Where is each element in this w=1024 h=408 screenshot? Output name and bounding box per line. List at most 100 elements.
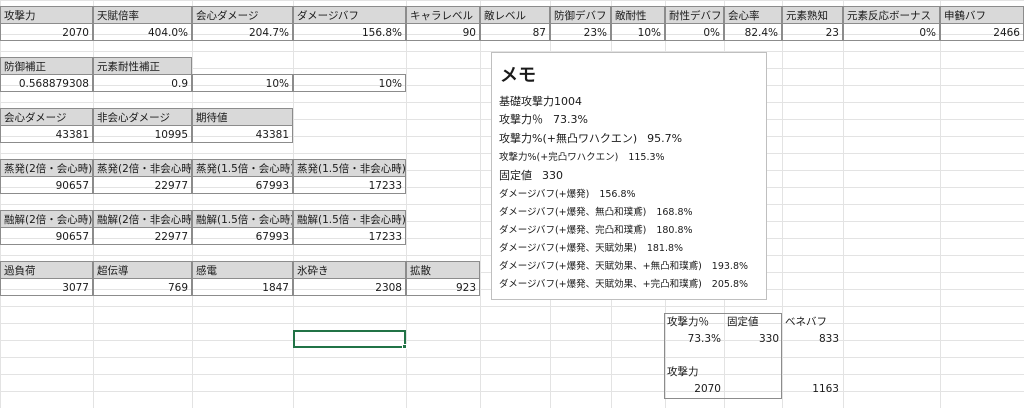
- side-header-atk-pct[interactable]: 攻撃力％: [664, 313, 724, 331]
- stat-header-9[interactable]: 会心率: [724, 6, 782, 24]
- memo-line-label: 攻撃力％: [499, 113, 543, 126]
- stat-value-4[interactable]: 90: [406, 23, 480, 41]
- reaction-header-4[interactable]: 拡散: [406, 261, 480, 279]
- side-value-flat[interactable]: 330: [724, 330, 782, 348]
- defense-header-0[interactable]: 防御補正: [0, 57, 93, 75]
- stat-header-11[interactable]: 元素反応ボーナス: [843, 6, 940, 24]
- stat-header-0[interactable]: 攻撃力: [0, 6, 93, 24]
- melt-header-2[interactable]: 融解(1.5倍・会心時): [192, 210, 293, 228]
- memo-title: メモ: [500, 65, 536, 86]
- reaction-value-4[interactable]: 923: [406, 278, 480, 296]
- melt-value-0[interactable]: 90657: [0, 227, 93, 245]
- melt-header-3[interactable]: 融解(1.5倍・非会心時): [293, 210, 406, 228]
- stat-value-1[interactable]: 404.0%: [93, 23, 192, 41]
- memo-line-value: 193.8%: [711, 261, 749, 272]
- vaporize-header-0[interactable]: 蒸発(2倍・会心時): [0, 159, 93, 177]
- melt-value-2[interactable]: 67993: [192, 227, 293, 245]
- stat-value-11[interactable]: 0%: [843, 23, 940, 41]
- memo-line-8: ダメージバフ(+爆発、天賦効果) 181.8%: [499, 240, 683, 254]
- memo-line-label: 攻撃力%(+完凸ワハクエン): [499, 152, 619, 163]
- reaction-value-2[interactable]: 1847: [192, 278, 293, 296]
- memo-line-0: 基礎攻撃力1004: [499, 93, 592, 109]
- stat-value-9[interactable]: 82.4%: [724, 23, 782, 41]
- side-value-atk[interactable]: 2070: [664, 380, 724, 398]
- stat-value-3[interactable]: 156.8%: [293, 23, 406, 41]
- memo-line-value: 73.3%: [553, 113, 588, 126]
- stat-value-8[interactable]: 0%: [665, 23, 724, 41]
- defense-header-1[interactable]: 元素耐性補正: [93, 57, 192, 75]
- vaporize-value-0[interactable]: 90657: [0, 176, 93, 194]
- reaction-header-3[interactable]: 氷砕き: [293, 261, 406, 279]
- vaporize-header-3[interactable]: 蒸発(1.5倍・非会心時): [293, 159, 406, 177]
- memo-line-1: 攻撃力％ 73.3%: [499, 111, 588, 127]
- memo-line-9: ダメージバフ(+爆発、天賦効果、+無凸和璞鳶) 193.8%: [499, 258, 748, 272]
- memo-line-value: 330: [542, 169, 563, 182]
- memo-line-label: 攻撃力%(+無凸ワハクエン): [499, 132, 638, 145]
- vaporize-value-3[interactable]: 17233: [293, 176, 406, 194]
- stat-value-7[interactable]: 10%: [611, 23, 665, 41]
- vaporize-header-2[interactable]: 蒸発(1.5倍・会心時): [192, 159, 293, 177]
- stat-value-10[interactable]: 23: [782, 23, 843, 41]
- stat-header-5[interactable]: 敵レベル: [480, 6, 550, 24]
- melt-value-1[interactable]: 22977: [93, 227, 192, 245]
- reaction-header-2[interactable]: 感電: [192, 261, 293, 279]
- defense-value-0[interactable]: 0.568879308: [0, 74, 93, 92]
- stat-header-7[interactable]: 敵耐性: [611, 6, 665, 24]
- crit-header-2[interactable]: 期待値: [192, 108, 293, 126]
- reaction-value-0[interactable]: 3077: [0, 278, 93, 296]
- vaporize-header-1[interactable]: 蒸発(2倍・非会心時): [93, 159, 192, 177]
- crit-value-0[interactable]: 43381: [0, 125, 93, 143]
- fill-handle[interactable]: [402, 344, 407, 349]
- stat-value-5[interactable]: 87: [480, 23, 550, 41]
- vaporize-value-1[interactable]: 22977: [93, 176, 192, 194]
- side-label-atk[interactable]: 攻撃力: [664, 363, 724, 381]
- stat-value-2[interactable]: 204.7%: [192, 23, 293, 41]
- memo-line-value: 181.8%: [646, 243, 684, 254]
- memo-line-label: 固定値: [499, 169, 532, 182]
- stat-header-4[interactable]: キャラレベル: [406, 6, 480, 24]
- reaction-value-3[interactable]: 2308: [293, 278, 406, 296]
- memo-textbox[interactable]: メモ 基礎攻撃力1004 攻撃力％ 73.3% 攻撃力%(+無凸ワハクエン) 95.7%…: [491, 52, 767, 300]
- crit-header-0[interactable]: 会心ダメージ: [0, 108, 93, 126]
- side-value-bene-total[interactable]: 1163: [782, 380, 842, 398]
- stat-header-10[interactable]: 元素熟知: [782, 6, 843, 24]
- crit-value-2[interactable]: 43381: [192, 125, 293, 143]
- stat-value-6[interactable]: 23%: [550, 23, 611, 41]
- side-value-bene[interactable]: 833: [782, 330, 842, 348]
- memo-line-value: 156.8%: [599, 189, 636, 200]
- stat-header-8[interactable]: 耐性デバフ: [665, 6, 724, 24]
- melt-value-3[interactable]: 17233: [293, 227, 406, 245]
- side-header-flat[interactable]: 固定値: [724, 313, 782, 331]
- memo-line-6: ダメージバフ(+爆発、無凸和璞鳶) 168.8%: [499, 204, 693, 218]
- stat-header-6[interactable]: 防御デバフ: [550, 6, 611, 24]
- stat-header-1[interactable]: 天賦倍率: [93, 6, 192, 24]
- side-header-bene[interactable]: ベネバフ: [782, 313, 842, 331]
- crit-header-1[interactable]: 非会心ダメージ: [93, 108, 192, 126]
- memo-line-label: ダメージバフ(+爆発): [499, 189, 590, 200]
- stat-value-12[interactable]: 2466: [940, 23, 1024, 41]
- stat-header-3[interactable]: ダメージバフ: [293, 6, 406, 24]
- side-value-atk-pct[interactable]: 73.3%: [664, 330, 724, 348]
- memo-line-label: ダメージバフ(+爆発、天賦効果、+完凸和璞鳶): [499, 279, 702, 290]
- memo-line-4: 固定値 330: [499, 167, 563, 183]
- stat-header-2[interactable]: 会心ダメージ: [192, 6, 293, 24]
- defense-value-2[interactable]: 10%: [192, 74, 293, 92]
- melt-header-1[interactable]: 融解(2倍・非会心時): [93, 210, 192, 228]
- memo-line-7: ダメージバフ(+爆発、完凸和璞鳶) 180.8%: [499, 222, 693, 236]
- memo-line-label: ダメージバフ(+爆発、天賦効果、+無凸和璞鳶): [499, 261, 702, 272]
- vaporize-value-2[interactable]: 67993: [192, 176, 293, 194]
- memo-line-5: ダメージバフ(+爆発) 156.8%: [499, 186, 636, 200]
- memo-line-label: 基礎攻撃力1004: [499, 95, 582, 108]
- melt-header-0[interactable]: 融解(2倍・会心時): [0, 210, 93, 228]
- reaction-header-0[interactable]: 過負荷: [0, 261, 93, 279]
- memo-line-value: 180.8%: [656, 225, 693, 236]
- stat-value-0[interactable]: 2070: [0, 23, 93, 41]
- reaction-header-1[interactable]: 超伝導: [93, 261, 192, 279]
- defense-value-1[interactable]: 0.9: [93, 74, 192, 92]
- crit-value-1[interactable]: 10995: [93, 125, 192, 143]
- selected-cell[interactable]: [293, 330, 406, 348]
- stat-header-12[interactable]: 申鶴バフ: [940, 6, 1024, 24]
- reaction-value-1[interactable]: 769: [93, 278, 192, 296]
- defense-value-3[interactable]: 10%: [293, 74, 406, 92]
- memo-line-value: 95.7%: [647, 132, 683, 145]
